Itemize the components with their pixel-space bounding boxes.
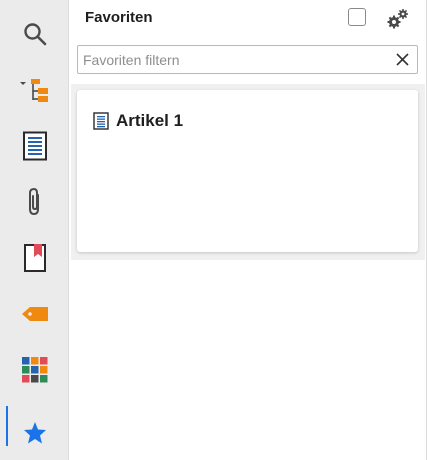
tiles-icon [21,357,47,383]
favorites-panel: Favoriten Favoriten filtern Artikel 1 [70,0,427,460]
tree-structure-icon [19,79,48,102]
bookmark-icon [23,244,46,272]
gear-icon [387,9,408,29]
sidebar [0,0,69,460]
tag-icon [21,307,48,321]
sidebar-item-search[interactable] [0,5,69,63]
sidebar-item-structure[interactable] [0,61,69,119]
panel-title: Favoriten [85,9,153,26]
list-item[interactable]: Artikel 1 [93,110,183,132]
sidebar-item-tags[interactable] [0,285,69,343]
list-item-label: Artikel 1 [116,111,184,130]
sidebar-item-bookmarks[interactable] [0,229,69,287]
favorites-card: Artikel 1 [77,90,418,252]
settings-button[interactable] [386,7,410,31]
sidebar-item-tiles[interactable] [0,341,69,399]
filter-box [77,45,418,74]
search-icon [23,23,46,46]
document-icon [22,131,47,161]
star-icon [23,422,46,444]
select-all-checkbox[interactable] [348,8,366,26]
document-icon [93,112,109,130]
app-window: Favoriten Favoriten filtern Artikel 1 [0,0,427,460]
sidebar-item-document[interactable] [0,117,69,175]
sidebar-item-favorites[interactable] [0,404,69,460]
favorites-list: Artikel 1 [71,84,425,260]
filter-input[interactable] [83,46,383,73]
close-icon[interactable] [396,53,409,66]
paperclip-icon [28,187,39,216]
sidebar-item-attachments[interactable] [0,173,69,231]
